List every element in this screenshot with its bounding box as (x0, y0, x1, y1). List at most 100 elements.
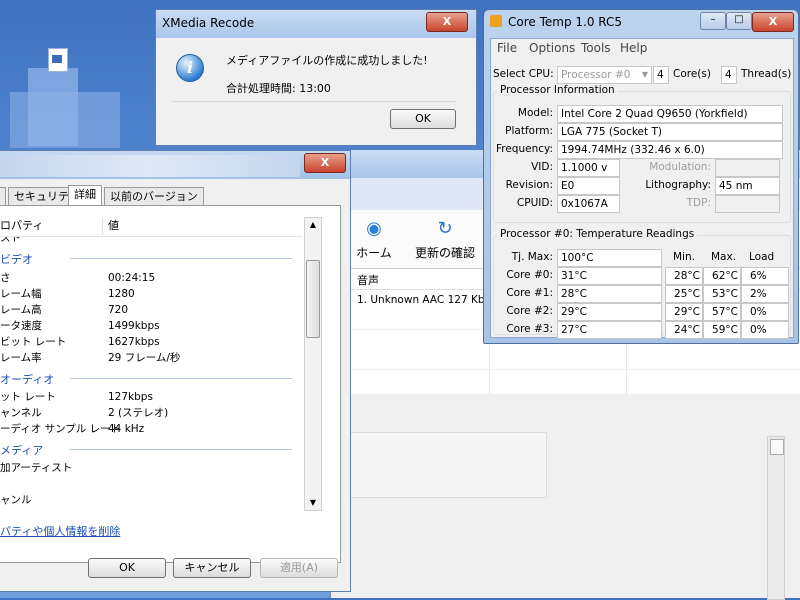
client-area: File Options Tools Help Select CPU: Proc… (490, 38, 794, 339)
properties-list[interactable]: スト ビデオ さ 00:24:15 レーム幅 1280 レーム高 720 ータ速度 14… (0, 237, 302, 509)
scroll-up-arrow[interactable]: ▲ (305, 218, 321, 232)
list-item[interactable]: 1. Unknown AAC 127 Kbp... (357, 294, 501, 306)
thermometer-icon (490, 15, 502, 27)
check-update-button[interactable]: ↻ 更新の確認 (415, 218, 475, 261)
message-text: メディアファイルの作成に成功しました! (226, 54, 428, 67)
property-header-label: ロパティ (0, 219, 44, 232)
cpuid-value: 0x1067A (557, 195, 620, 213)
title-bar: XMedia Recode X (156, 10, 476, 38)
separator (172, 101, 456, 102)
message-box: XMedia Recode X i メディアファイルの作成に成功しました! 合計… (155, 9, 477, 146)
menu-tools[interactable]: Tools (581, 41, 611, 55)
max-header: Max. (711, 251, 737, 263)
revision-label: Revision: (505, 179, 553, 191)
tdp-label: TDP: (686, 197, 711, 209)
blurred-title (0, 155, 300, 177)
core-min-value: 25°C (665, 285, 703, 303)
window-title: XMedia Recode (162, 16, 255, 30)
chevron-down-icon: ▼ (641, 70, 648, 79)
cpuid-label: CPUID: (516, 197, 553, 209)
minimize-button[interactable]: – (700, 12, 726, 30)
revision-value: E0 (557, 177, 620, 195)
vertical-scrollbar[interactable] (767, 436, 785, 600)
group-box (341, 432, 547, 498)
threads-label: Thread(s) (741, 68, 792, 80)
core-temp-value: 31°C (557, 267, 662, 285)
modulation-value (715, 159, 780, 177)
section-video: ビデオ (0, 251, 292, 267)
modulation-label: Modulation: (649, 161, 711, 173)
core-load-value: 0% (741, 321, 789, 339)
cancel-button[interactable]: キャンセル (173, 558, 251, 578)
blurred-desktop-area (10, 92, 120, 148)
menu-file[interactable]: File (497, 41, 517, 55)
close-button[interactable]: X (304, 153, 346, 173)
load-header: Load (749, 251, 775, 263)
remove-properties-link[interactable]: パティや個人情報を削除 (0, 523, 120, 539)
window-title: Core Temp 1.0 RC5 (508, 15, 623, 29)
frequency-label: Frequency: (495, 143, 553, 155)
vid-value: 1.1000 v (557, 159, 620, 177)
value-column-header[interactable]: 値 (104, 217, 302, 235)
close-button[interactable]: X (752, 12, 794, 32)
core-temp-value: 29°C (557, 303, 662, 321)
min-header: Min. (673, 251, 695, 263)
temperature-readings-title: Processor #0: Temperature Readings (497, 228, 698, 240)
update-label: 更新の確認 (415, 246, 476, 260)
section-media: メディア (0, 442, 292, 458)
platform-value: LGA 775 (Socket T) (557, 123, 783, 141)
core-load-value: 6% (741, 267, 789, 285)
platform-label: Platform: (505, 125, 553, 137)
menu-options[interactable]: Options (529, 41, 575, 55)
file-icon[interactable] (48, 48, 68, 72)
maximize-button[interactable]: □ (726, 12, 752, 30)
ok-button[interactable]: OK (88, 558, 166, 578)
core-max-value: 59°C (703, 321, 741, 339)
core-temp-value: 28°C (557, 285, 662, 303)
core-label: Core #0: (506, 269, 553, 281)
info-icon: i (176, 54, 204, 82)
tdp-value (715, 195, 780, 213)
model-value: Intel Core 2 Quad Q9650 (Yorkfield) (557, 105, 783, 123)
core-temp-window: Core Temp 1.0 RC5 – □ X File Options Too… (483, 9, 799, 344)
core-min-value: 24°C (665, 321, 703, 339)
processor-info-title: Processor Information (497, 84, 618, 96)
select-cpu-label: Select CPU: (493, 68, 554, 80)
model-label: Model: (517, 107, 553, 119)
frequency-value: 1994.74MHz (332.46 x 6.0) (557, 141, 783, 159)
core-label: Core #1: (506, 287, 553, 299)
core-max-value: 62°C (703, 267, 741, 285)
ok-button[interactable]: OK (390, 109, 456, 129)
home-label: ホーム (356, 246, 392, 260)
core-temp-value: 27°C (557, 321, 662, 339)
vertical-scrollbar[interactable]: ▲ ▼ (304, 217, 322, 511)
refresh-icon: ↻ (437, 218, 453, 239)
tab-previous-versions[interactable]: 以前のバージョン (104, 187, 204, 206)
tjmax-value: 100°C (557, 249, 662, 267)
scroll-down-arrow[interactable]: ▼ (305, 496, 321, 510)
section-audio: オーディオ (0, 371, 292, 387)
file-properties-dialog: X セキュリティ 詳細 以前のバージョン ロパティ 値 スト ビデオ さ 00:2… (0, 150, 351, 592)
select-cpu-dropdown[interactable]: Processor #0 ▼ (557, 66, 652, 84)
core-label: Core #3: (506, 323, 553, 335)
lithography-label: Lithography: (645, 179, 711, 191)
audio-column-header[interactable]: 音声 (357, 272, 379, 288)
tjmax-label: Tj. Max: (511, 251, 553, 263)
core-min-value: 28°C (665, 267, 703, 285)
apply-button[interactable]: 適用(A) (260, 558, 338, 578)
close-button[interactable]: X (426, 12, 468, 32)
vid-label: VID: (531, 161, 553, 173)
scroll-thumb[interactable] (306, 260, 320, 338)
title-bar: X (0, 151, 350, 179)
home-button[interactable]: ◉ ホーム (351, 218, 397, 261)
tab-general-partial[interactable] (0, 187, 6, 206)
core-load-value: 0% (741, 303, 789, 321)
menu-help[interactable]: Help (620, 41, 647, 55)
tab-details[interactable]: 詳細 (68, 185, 102, 206)
property-column-header[interactable]: ロパティ (0, 217, 103, 235)
core-load-value: 2% (741, 285, 789, 303)
value-header-label: 値 (108, 219, 119, 232)
lithography-value: 45 nm (715, 177, 780, 195)
core-max-value: 57°C (703, 303, 741, 321)
cores-count: 4 (653, 66, 669, 84)
